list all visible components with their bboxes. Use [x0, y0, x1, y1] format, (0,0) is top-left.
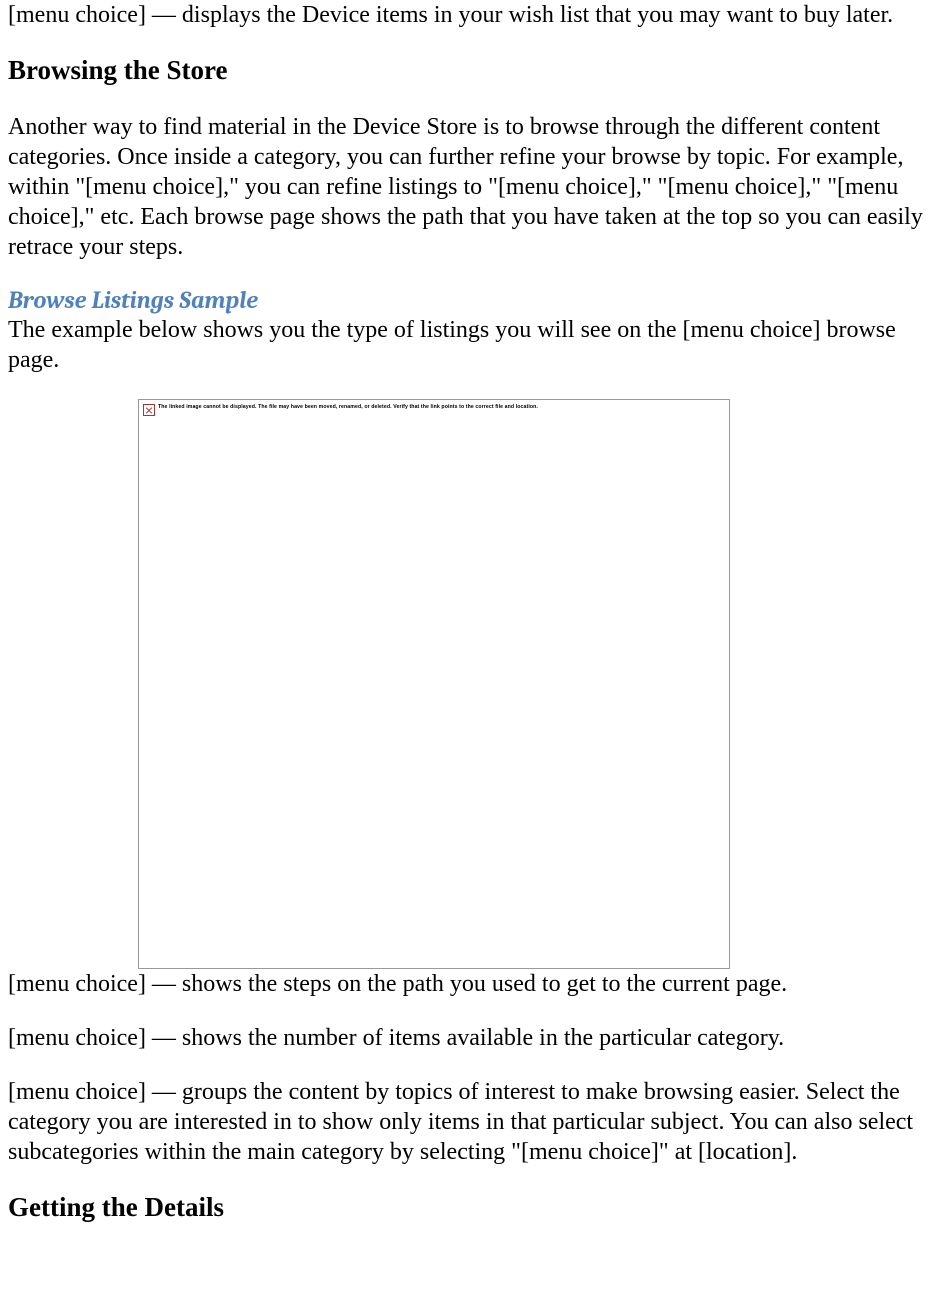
- heading-browse-listings-sample: Browse Listings Sample: [8, 286, 944, 315]
- desc-categories: [menu choice] — groups the content by to…: [8, 1077, 944, 1167]
- sample-intro-paragraph: The example below shows you the type of …: [8, 315, 944, 375]
- spacer: [8, 999, 944, 1023]
- broken-image-placeholder-inner: The linked image cannot be displayed. Th…: [143, 404, 725, 416]
- desc-count: [menu choice] — shows the number of item…: [8, 1023, 944, 1053]
- wishlist-paragraph: [menu choice] — displays the Device item…: [8, 0, 944, 30]
- browsing-paragraph: Another way to find material in the Devi…: [8, 112, 944, 262]
- broken-image-message: The linked image cannot be displayed. Th…: [158, 404, 538, 410]
- document-page: [menu choice] — displays the Device item…: [0, 0, 952, 1248]
- broken-image-placeholder: The linked image cannot be displayed. Th…: [138, 399, 730, 969]
- heading-getting-the-details: Getting the Details: [8, 1191, 944, 1225]
- heading-browsing-the-store: Browsing the Store: [8, 54, 944, 88]
- broken-image-icon: [143, 404, 155, 416]
- desc-path: [menu choice] — shows the steps on the p…: [8, 969, 944, 999]
